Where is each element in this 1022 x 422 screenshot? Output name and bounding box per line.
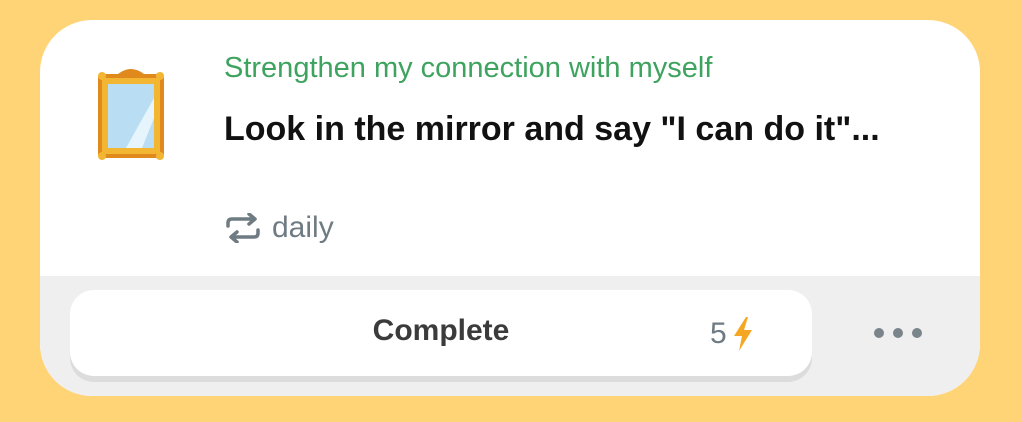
task-title: Look in the mirror and say "I can do it"… bbox=[224, 110, 880, 148]
lightning-bolt-icon bbox=[733, 317, 752, 351]
more-dot bbox=[912, 328, 922, 338]
complete-button-label: Complete bbox=[372, 314, 510, 347]
frequency-label: daily bbox=[272, 211, 334, 244]
points-value: 5 bbox=[710, 317, 727, 350]
more-dot bbox=[893, 328, 903, 338]
complete-button[interactable]: Complete 5 bbox=[70, 290, 812, 376]
mirror-icon bbox=[98, 69, 164, 160]
task-details: Strengthen my connection with myself Loo… bbox=[40, 20, 980, 276]
task-category: Strengthen my connection with myself bbox=[224, 52, 713, 84]
repeat-icon bbox=[226, 213, 260, 243]
points-reward: 5 bbox=[710, 314, 755, 354]
task-frequency: daily bbox=[224, 210, 334, 246]
task-card[interactable]: Strengthen my connection with myself Loo… bbox=[40, 20, 980, 396]
more-dot bbox=[874, 328, 884, 338]
more-options-icon[interactable] bbox=[874, 318, 922, 348]
